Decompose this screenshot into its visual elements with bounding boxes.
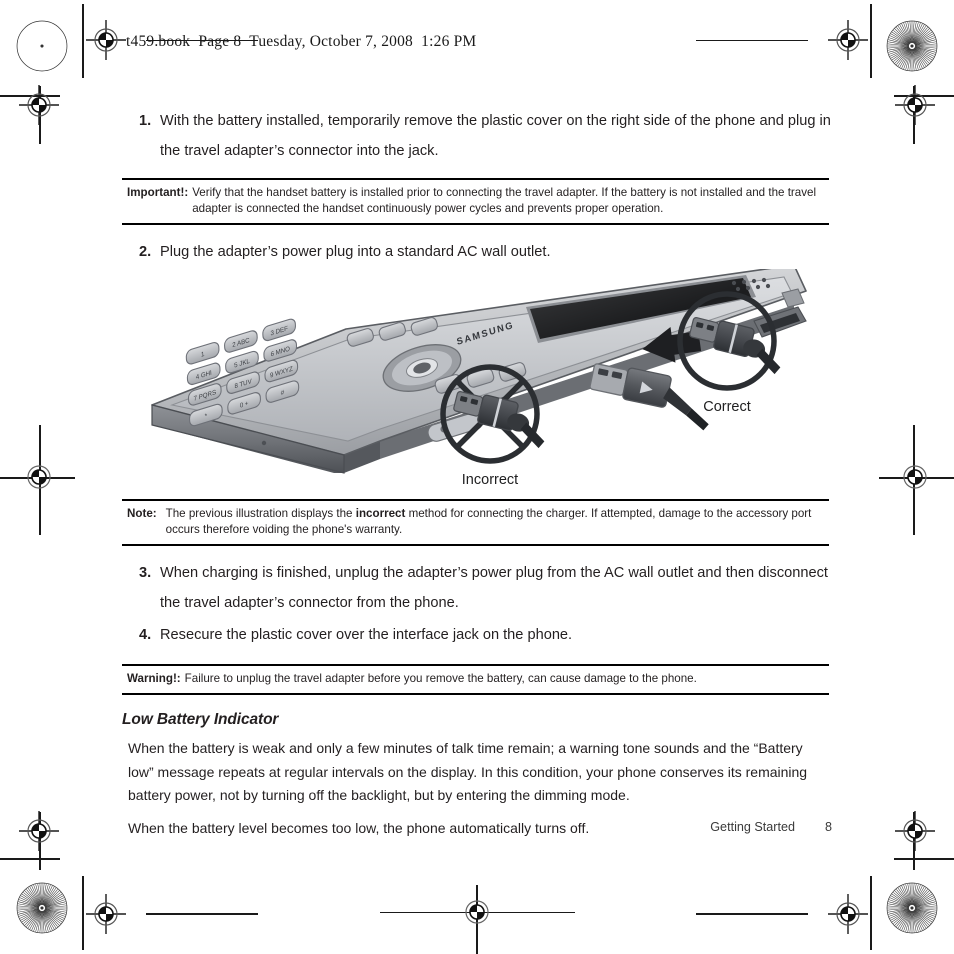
note-emphasis: incorrect xyxy=(355,507,406,520)
step-number: 3. xyxy=(139,565,152,581)
step-text: When charging is finished, unplug the ad… xyxy=(160,565,828,611)
warning-label: Warning!: xyxy=(127,672,181,685)
step-text: Plug the adapter’s power plug into a sta… xyxy=(160,244,551,260)
procedure-step: 1. With the battery installed, temporari… xyxy=(122,106,832,166)
important-admonition: Important!: Verify that the handset batt… xyxy=(122,178,829,225)
file-header-stamp: t459.book Page 8 Tuesday, October 7, 200… xyxy=(126,33,477,50)
charger-connection-illustration: SAMSUNG 1 2 ABC 3 DEF 4 GHI 5 JKL 6 MNO … xyxy=(122,264,829,488)
incorrect-caption: Incorrect xyxy=(462,472,518,487)
warning-text: Failure to unplug the travel adapter bef… xyxy=(184,672,697,685)
page-content: 1. With the battery installed, temporari… xyxy=(122,106,832,849)
note-admonition: Note: The previous illustration displays… xyxy=(122,499,829,546)
correct-caption: Correct xyxy=(703,399,751,415)
step-number: 2. xyxy=(139,244,152,260)
warning-admonition: Warning!: Failure to unplug the travel a… xyxy=(122,664,829,695)
note-text-before: The previous illustration displays the xyxy=(165,507,356,520)
step-text: With the battery installed, temporarily … xyxy=(160,113,831,159)
microphone-hole xyxy=(261,440,267,446)
footer-chapter: Getting Started xyxy=(710,820,795,834)
procedure-step: 3. When charging is finished, unplug the… xyxy=(122,558,832,618)
travel-adapter-connector xyxy=(589,363,709,431)
step-number: 4. xyxy=(139,627,152,643)
important-text: Verify that the handset battery is insta… xyxy=(192,186,817,215)
procedure-step: 2. Plug the adapter’s power plug into a … xyxy=(122,237,832,267)
step-number: 1. xyxy=(139,113,152,129)
manual-page: t459.book Page 8 Tuesday, October 7, 200… xyxy=(0,0,954,954)
body-paragraph: When the battery is weak and only a few … xyxy=(128,740,808,803)
page-footer: Getting Started 8 xyxy=(122,820,832,834)
note-label: Note: xyxy=(127,507,157,520)
illustration-svg: SAMSUNG 1 2 ABC 3 DEF 4 GHI 5 JKL 6 MNO … xyxy=(151,264,807,488)
section-heading: Low Battery Indicator xyxy=(122,711,279,728)
important-label: Important!: xyxy=(127,186,189,199)
step-text: Resecure the plastic cover over the inte… xyxy=(160,627,573,643)
note-text: The previous illustration displays the i… xyxy=(166,506,829,538)
procedure-step: 4. Resecure the plastic cover over the i… xyxy=(122,620,832,650)
footer-page-number: 8 xyxy=(824,820,832,834)
